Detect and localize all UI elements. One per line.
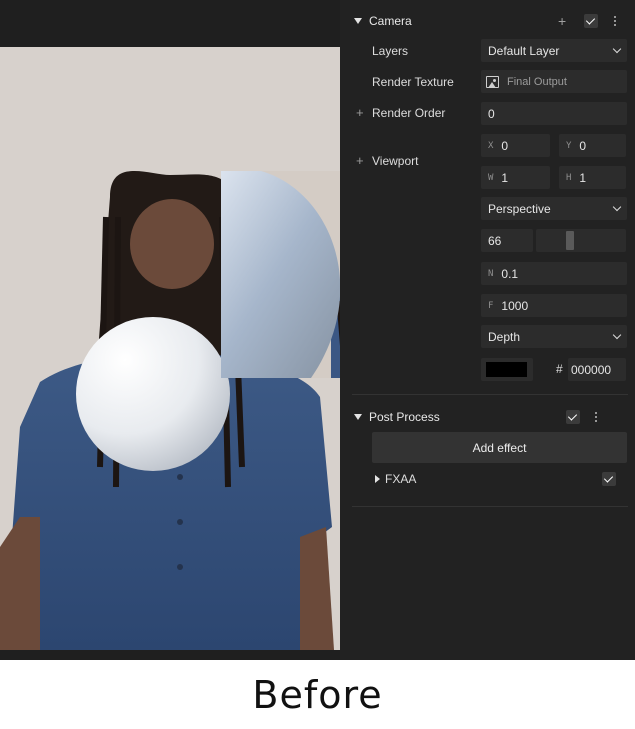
chevron-down-icon [612, 44, 622, 54]
render-texture-label: Render Texture [372, 75, 454, 89]
effect-fxaa-label: FXAA [385, 472, 417, 486]
image-icon [486, 76, 499, 88]
viewport-y-value: 0 [579, 138, 587, 153]
fov-slider-thumb[interactable] [566, 231, 574, 250]
camera-more-icon[interactable] [614, 16, 617, 27]
effect-fxaa-checkbox[interactable] [602, 472, 616, 486]
viewport-x-value: 0 [501, 138, 509, 153]
viewport-h-prefix: H [566, 172, 572, 183]
viewport-add-icon[interactable]: + [356, 153, 364, 168]
render-order-value: 0 [488, 106, 495, 121]
caption-text: Before [252, 672, 383, 717]
chevron-down-icon [612, 330, 622, 340]
projection-dropdown[interactable]: Perspective [481, 197, 627, 220]
clear-mode-dropdown[interactable]: Depth [481, 325, 627, 348]
add-effect-label: Add effect [472, 440, 527, 455]
clear-mode-value: Depth [488, 329, 521, 344]
post-process-collapse-icon[interactable] [354, 414, 362, 420]
render-order-add-icon[interactable]: + [356, 105, 364, 120]
arm-right [300, 527, 334, 650]
clear-color-value: 000000 [571, 362, 612, 377]
far-value: 1000 [501, 298, 529, 313]
viewport-x-input[interactable]: X 0 [481, 134, 550, 157]
render-order-input[interactable]: 0 [481, 102, 627, 125]
render-texture-value: Final Output [507, 75, 567, 88]
camera-section-title: Camera [369, 14, 412, 28]
post-process-more-icon[interactable] [595, 412, 598, 423]
arm-left [0, 517, 40, 650]
clear-color-hash: # [556, 362, 563, 376]
section-divider [352, 394, 628, 395]
layers-label: Layers [372, 44, 409, 58]
viewport-bottom-bar [0, 650, 340, 660]
viewport-w-value: 1 [501, 170, 509, 185]
camera-collapse-icon[interactable] [354, 18, 362, 24]
sphere [76, 317, 230, 471]
viewport-w-prefix: W [488, 172, 494, 183]
far-clip-input[interactable]: F 1000 [481, 294, 627, 317]
projection-value: Perspective [488, 201, 551, 216]
viewport-h-input[interactable]: H 1 [559, 166, 626, 189]
near-value: 0.1 [501, 266, 519, 281]
viewport-top-bar [0, 0, 340, 47]
clear-color-swatch[interactable] [481, 358, 533, 381]
clear-color-swatch-fill [486, 362, 527, 377]
chevron-down-icon [612, 202, 622, 212]
viewport-label: Viewport [372, 154, 419, 168]
viewport-x-prefix: X [488, 140, 494, 151]
fov-value: 66 [488, 233, 502, 248]
viewport-y-input[interactable]: Y 0 [559, 134, 626, 157]
post-process-enabled-checkbox[interactable] [566, 410, 580, 424]
render-order-label: Render Order [372, 106, 446, 120]
near-clip-input[interactable]: N 0.1 [481, 262, 627, 285]
post-process-section-title: Post Process [369, 410, 440, 424]
near-prefix: N [488, 268, 494, 279]
camera-add-icon[interactable]: + [558, 13, 566, 29]
inspector-panel: Camera + Layers Default Layer Render Tex… [340, 0, 635, 660]
section-divider [352, 506, 628, 507]
far-prefix: F [488, 300, 494, 311]
add-effect-button[interactable]: Add effect [372, 432, 627, 463]
viewport-h-value: 1 [579, 170, 587, 185]
fxaa-expand-icon[interactable] [375, 475, 380, 483]
clear-color-hex-input[interactable]: 000000 [568, 358, 626, 381]
layers-dropdown[interactable]: Default Layer [481, 39, 627, 62]
viewport-w-input[interactable]: W 1 [481, 166, 550, 189]
face [130, 199, 214, 289]
fov-slider[interactable] [536, 229, 626, 252]
viewport-y-prefix: Y [566, 140, 572, 151]
camera-enabled-checkbox[interactable] [584, 14, 598, 28]
layers-value: Default Layer [488, 43, 560, 58]
render-texture-field[interactable]: Final Output [481, 70, 627, 93]
fov-input[interactable]: 66 [481, 229, 533, 252]
caption-area: Before [0, 660, 635, 729]
